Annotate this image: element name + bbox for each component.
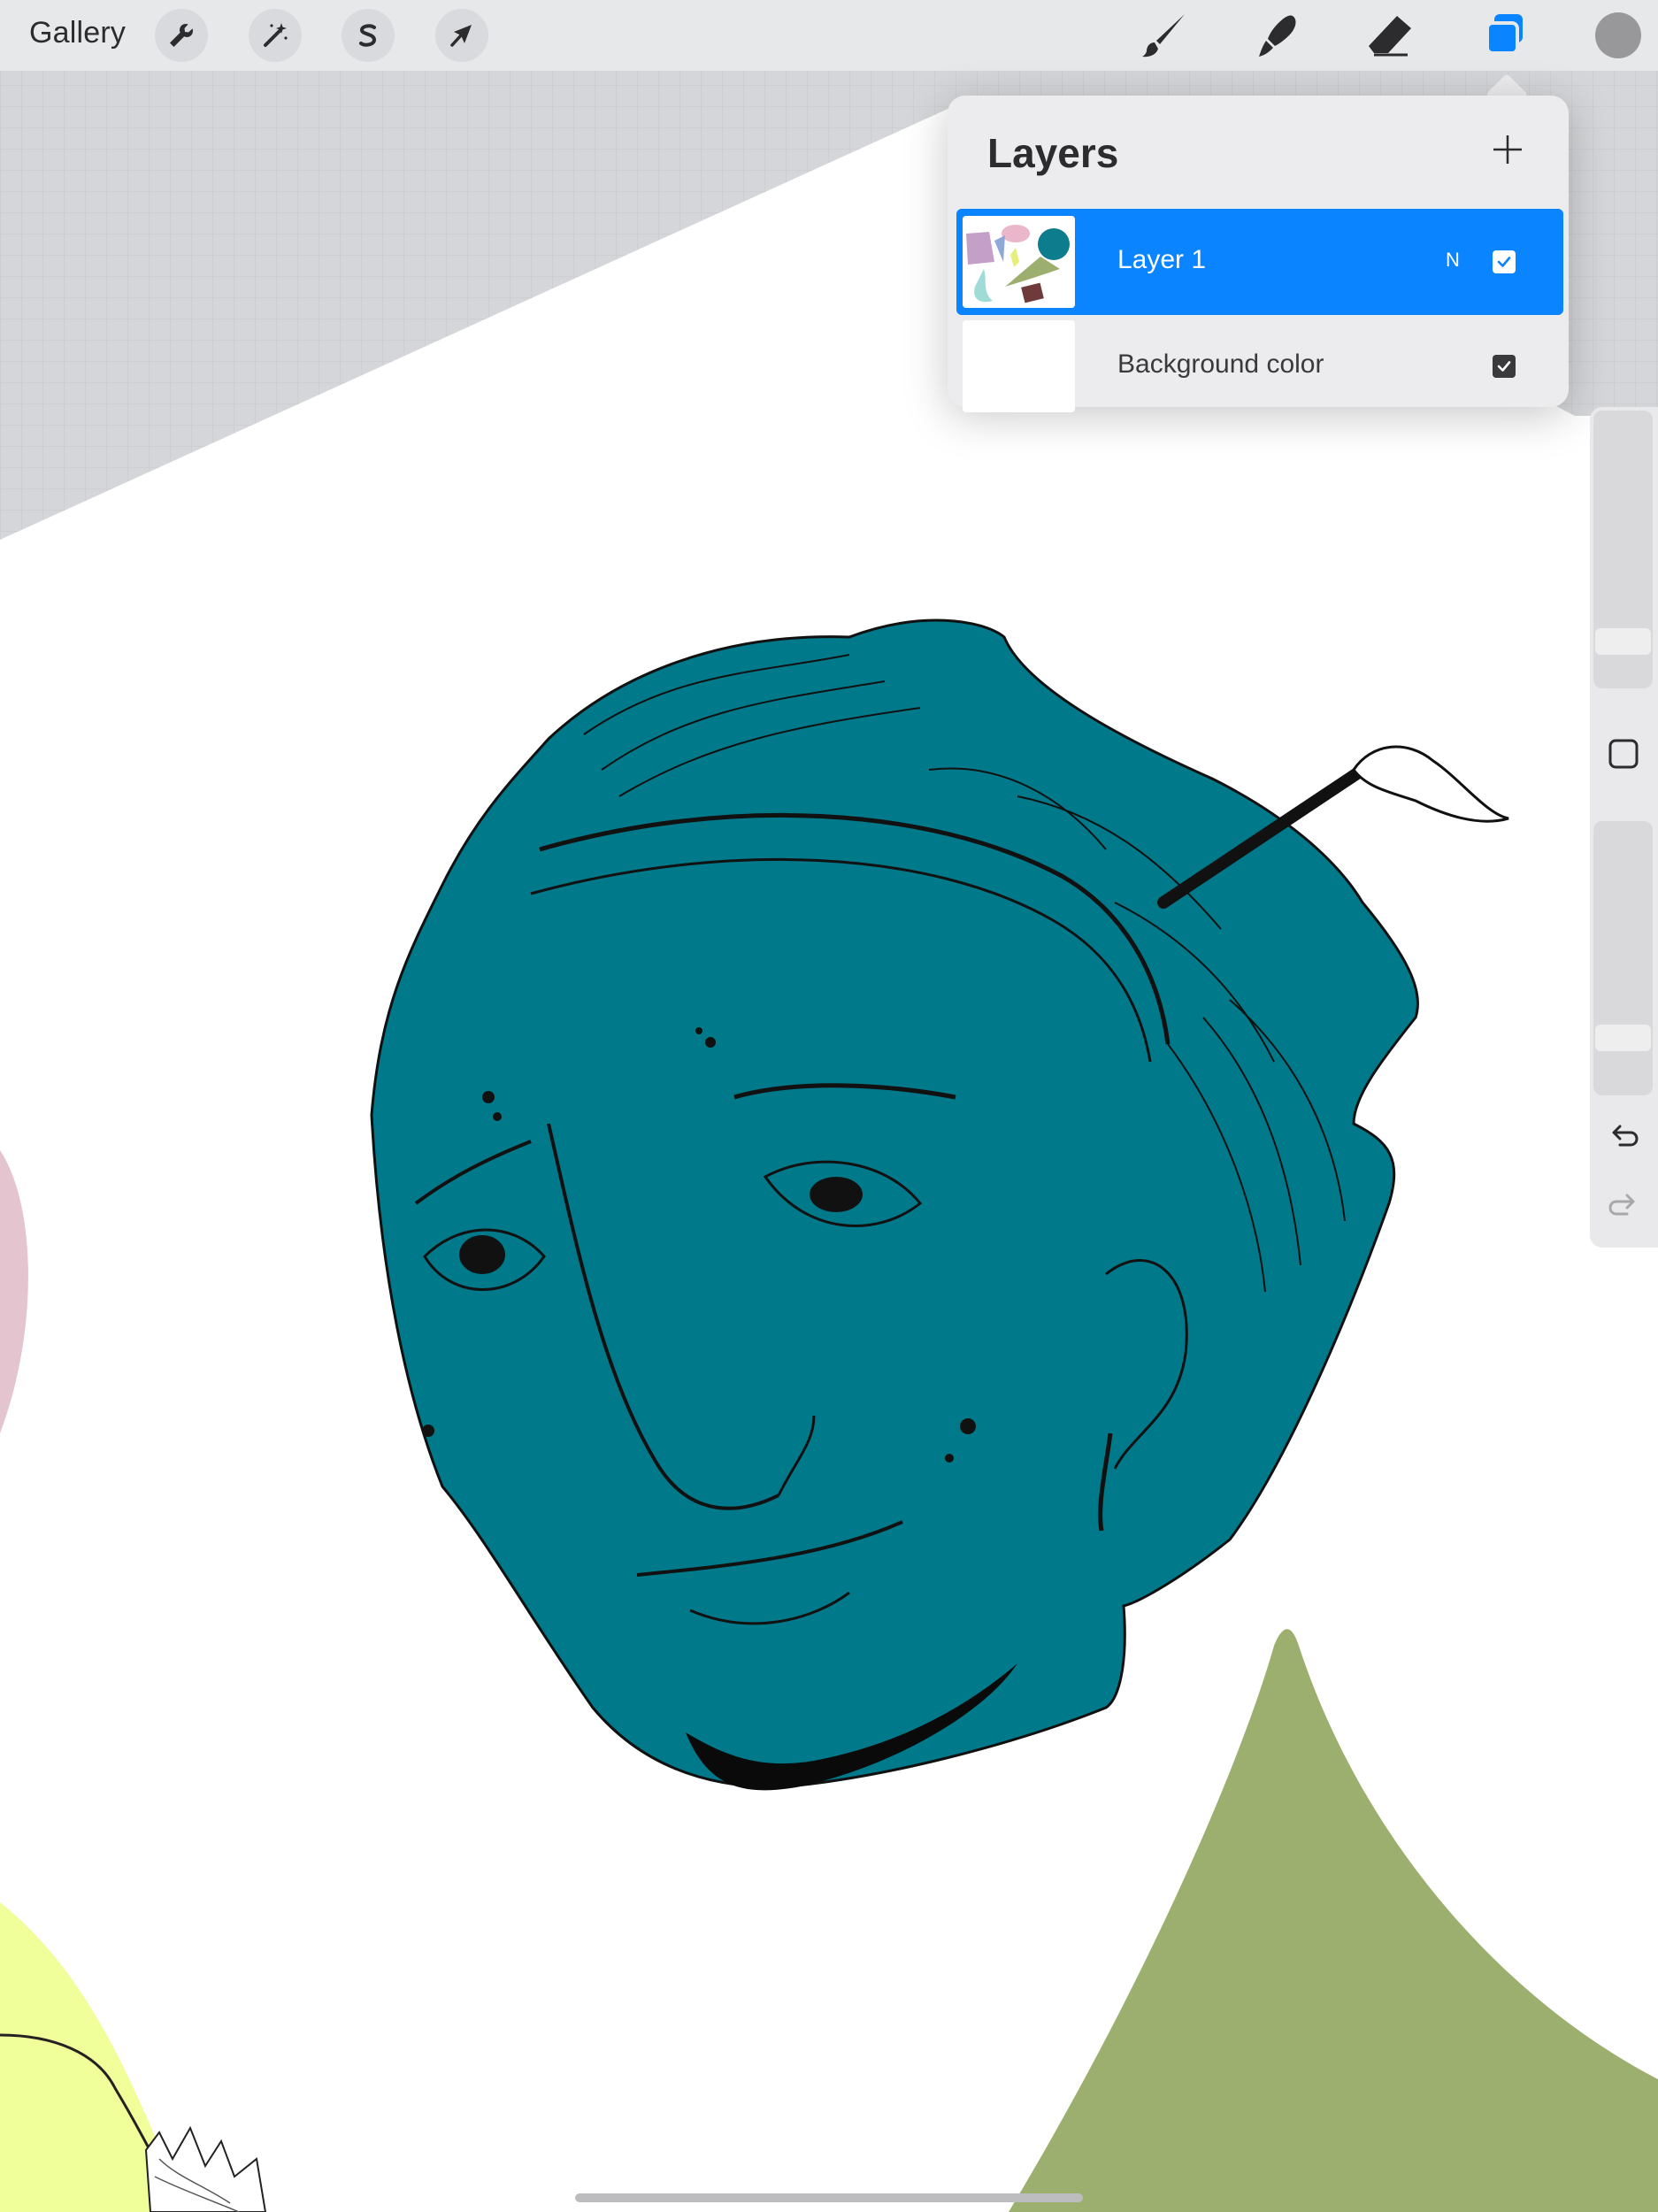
layer-thumbnail bbox=[963, 216, 1075, 308]
top-toolbar: Gallery bbox=[0, 0, 1658, 72]
transform-button[interactable] bbox=[435, 9, 488, 62]
add-layer-button[interactable] bbox=[1485, 127, 1530, 172]
background-thumbnail bbox=[963, 320, 1075, 412]
layer-name: Background color bbox=[1117, 349, 1324, 379]
checkmark-icon bbox=[1497, 361, 1511, 372]
layer-row-background-color[interactable]: Background color bbox=[956, 313, 1563, 419]
plus-icon bbox=[1493, 135, 1522, 164]
brush-tool-button[interactable] bbox=[1137, 7, 1194, 64]
layers-title: Layers bbox=[987, 130, 1119, 176]
layers-panel: Layers Layer 1 N Background color bbox=[948, 96, 1569, 412]
smudge-icon bbox=[1259, 15, 1296, 57]
background-visibility-checkbox[interactable] bbox=[1493, 355, 1516, 378]
smudge-tool-button[interactable] bbox=[1248, 7, 1305, 64]
eraser-tool-button[interactable] bbox=[1362, 7, 1418, 64]
actions-button[interactable] bbox=[155, 9, 208, 62]
modify-button[interactable] bbox=[1604, 734, 1643, 773]
layer-row-layer-1[interactable]: Layer 1 N bbox=[956, 209, 1563, 315]
layers-tool-button[interactable] bbox=[1477, 7, 1533, 64]
teal-head-artwork bbox=[370, 618, 1509, 1791]
home-indicator bbox=[575, 2193, 1083, 2202]
selection-s-icon bbox=[359, 24, 377, 47]
wrench-icon bbox=[170, 24, 193, 47]
opacity-slider[interactable] bbox=[1593, 821, 1653, 1095]
eraser-icon bbox=[1369, 16, 1411, 57]
checkmark-icon bbox=[1497, 257, 1511, 267]
opacity-slider-thumb[interactable] bbox=[1595, 1025, 1651, 1051]
square-icon bbox=[1608, 739, 1639, 769]
arrow-cursor-icon bbox=[450, 25, 472, 47]
undo-icon bbox=[1612, 1125, 1639, 1147]
brush-size-slider-thumb[interactable] bbox=[1595, 628, 1651, 655]
magic-wand-icon bbox=[264, 23, 288, 47]
undo-button[interactable] bbox=[1604, 1117, 1643, 1156]
redo-icon bbox=[1608, 1194, 1635, 1216]
brush-icon bbox=[1142, 14, 1185, 58]
redo-button[interactable] bbox=[1604, 1186, 1643, 1225]
layer-name: Layer 1 bbox=[1117, 245, 1207, 274]
color-picker-button[interactable] bbox=[1595, 12, 1641, 58]
layers-icon bbox=[1485, 14, 1523, 55]
gallery-button[interactable]: Gallery bbox=[29, 16, 126, 50]
adjustments-button[interactable] bbox=[249, 9, 302, 62]
pink-shape bbox=[0, 1150, 28, 1433]
selection-button[interactable] bbox=[342, 9, 395, 62]
green-shape bbox=[1009, 1629, 1658, 2212]
blend-mode-button[interactable]: N bbox=[1446, 249, 1460, 272]
layer-visibility-checkbox[interactable] bbox=[1493, 250, 1516, 273]
